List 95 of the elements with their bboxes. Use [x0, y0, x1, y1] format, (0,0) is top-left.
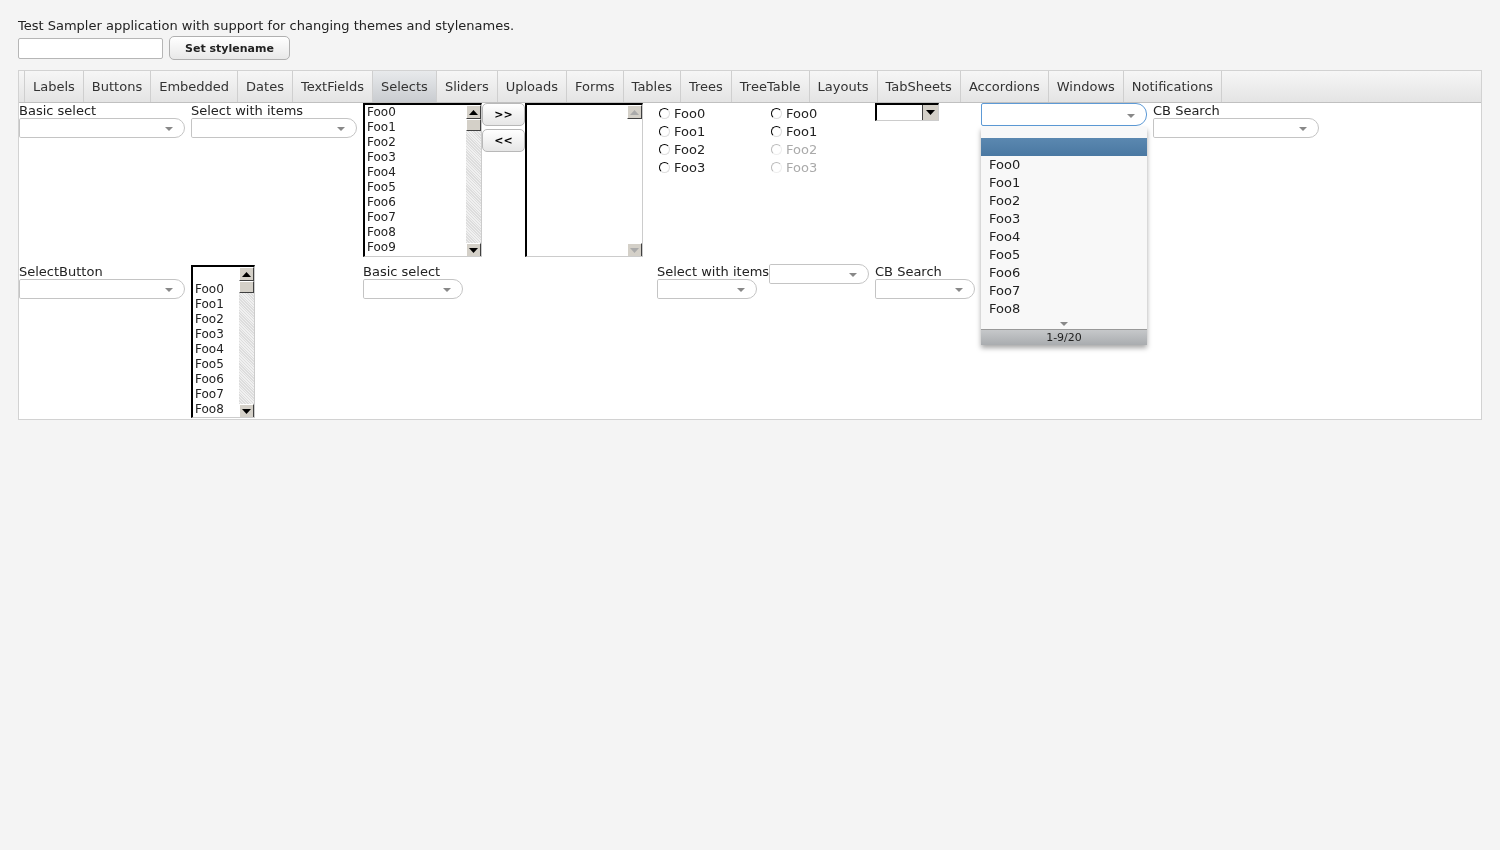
select-field[interactable]: [19, 279, 185, 299]
dropdown-option[interactable]: Foo1: [981, 174, 1147, 192]
select-field[interactable]: [191, 118, 357, 138]
scrollbar-thumb[interactable]: [466, 119, 481, 131]
add-button[interactable]: >>: [482, 103, 525, 126]
tab[interactable]: Uploads: [497, 71, 568, 102]
list-option[interactable]: Foo8: [195, 402, 239, 417]
caret-icon: [1060, 322, 1068, 326]
list-option[interactable]: Foo1: [195, 297, 239, 312]
list-option[interactable]: Foo7: [367, 210, 466, 225]
tab[interactable]: Dates: [238, 71, 293, 102]
tab[interactable]: Buttons: [83, 71, 152, 102]
list-option[interactable]: Foo4: [367, 165, 466, 180]
stylename-field[interactable]: [18, 37, 163, 59]
list-option[interactable]: Foo2: [367, 135, 466, 150]
tab[interactable]: Forms: [567, 71, 624, 102]
list-option[interactable]: Foo5: [195, 357, 239, 372]
tab[interactable]: Trees: [681, 71, 732, 102]
list-box[interactable]: Foo0 Foo1 Foo2 Foo3 Foo4 Foo5 Foo6 Foo7 Foo8: [191, 265, 255, 418]
caret-icon: [737, 288, 745, 292]
list-option[interactable]: Foo9: [367, 240, 466, 255]
list-option[interactable]: Foo6: [367, 195, 466, 210]
dropdown-option[interactable]: Foo6: [981, 264, 1147, 282]
radio-label[interactable]: Foo0: [786, 105, 818, 121]
radio-label[interactable]: Foo1: [786, 123, 818, 139]
radio-label[interactable]: Foo2: [674, 141, 706, 157]
caret-icon: [337, 127, 345, 131]
dropdown-field[interactable]: [875, 103, 939, 121]
scrollbar-thumb[interactable]: [239, 281, 254, 293]
select-field[interactable]: [19, 118, 185, 138]
select-field[interactable]: [363, 279, 463, 299]
tab[interactable]: Notifications: [1123, 71, 1223, 102]
caret-icon: [926, 110, 935, 115]
tab[interactable]: Tables: [623, 71, 681, 102]
list-option[interactable]: Foo1: [367, 120, 466, 135]
scrollbar[interactable]: [239, 267, 254, 417]
arrow-down-icon[interactable]: [469, 247, 478, 253]
list-option[interactable]: Foo0: [195, 282, 239, 297]
caret-icon: [1127, 114, 1135, 118]
select-field[interactable]: [875, 279, 975, 299]
scrollbar[interactable]: [466, 105, 481, 256]
field-caption: SelectButton: [19, 264, 103, 279]
tab[interactable]: Accordions: [960, 71, 1049, 102]
dropdown-option[interactable]: Foo4: [981, 228, 1147, 246]
list-option[interactable]: Foo5: [367, 180, 466, 195]
dropdown-option[interactable]: Foo7: [981, 282, 1147, 300]
radio-label[interactable]: Foo1: [674, 123, 706, 139]
field-caption: Basic select: [363, 264, 441, 279]
dropdown-option[interactable]: Foo2: [981, 192, 1147, 210]
list-option[interactable]: Foo2: [195, 312, 239, 327]
field-caption: Basic select: [19, 103, 97, 118]
field-caption: Select with items: [191, 103, 304, 118]
dropdown-option[interactable]: Foo5: [981, 246, 1147, 264]
description-text: Test Sampler application with support for changing themes and stylenames.: [18, 18, 516, 34]
select-field[interactable]: [769, 264, 869, 284]
dropdown-option[interactable]: Foo3: [981, 210, 1147, 228]
tab[interactable]: TreeTable: [731, 71, 810, 102]
dropdown-option[interactable]: Foo8: [981, 300, 1147, 318]
tab[interactable]: TabSheets: [877, 71, 961, 102]
select-field[interactable]: [981, 103, 1147, 126]
caret-icon: [165, 127, 173, 131]
list-option[interactable]: Foo6: [195, 372, 239, 387]
tab[interactable]: Layouts: [809, 71, 878, 102]
caret-icon: [165, 288, 173, 292]
arrow-down-icon[interactable]: [242, 408, 251, 414]
caret-icon: [1299, 127, 1307, 131]
caret-icon: [955, 288, 963, 292]
dropdown-option[interactable]: Foo0: [981, 156, 1147, 174]
radio-label[interactable]: Foo0: [674, 105, 706, 121]
select-field[interactable]: [657, 279, 757, 299]
list-option[interactable]: Foo0: [367, 105, 466, 120]
field-caption: CB Search: [1153, 103, 1220, 118]
page-indicator: 1-9/20: [981, 329, 1147, 345]
tab[interactable]: Embedded: [151, 71, 239, 102]
caret-icon: [849, 273, 857, 277]
arrow-up-icon[interactable]: [469, 109, 478, 115]
set-stylename-button[interactable]: Set stylename: [169, 36, 290, 60]
list-option[interactable]: Foo7: [195, 387, 239, 402]
list-option[interactable]: Foo3: [367, 150, 466, 165]
list-box[interactable]: [525, 103, 643, 257]
field-caption: CB Search: [875, 264, 942, 279]
list-option[interactable]: Foo4: [195, 342, 239, 357]
caret-icon: [443, 288, 451, 292]
radio-label[interactable]: Foo3: [674, 159, 706, 175]
tab[interactable]: Selects: [373, 71, 437, 102]
arrow-up-icon[interactable]: [242, 271, 251, 277]
field-caption: Select with items: [657, 264, 770, 279]
tab[interactable]: Sliders: [436, 71, 498, 102]
list-option[interactable]: Foo8: [367, 225, 466, 240]
remove-button[interactable]: <<: [482, 129, 525, 152]
list-option[interactable]: Foo3: [195, 327, 239, 342]
list-box[interactable]: Foo0 Foo1 Foo2 Foo3 Foo4 Foo5 Foo6 Foo7 Foo8 Foo9: [363, 103, 482, 257]
tab[interactable]: Labels: [25, 71, 84, 102]
select-field[interactable]: [1153, 118, 1319, 138]
tab[interactable]: Windows: [1048, 71, 1124, 102]
